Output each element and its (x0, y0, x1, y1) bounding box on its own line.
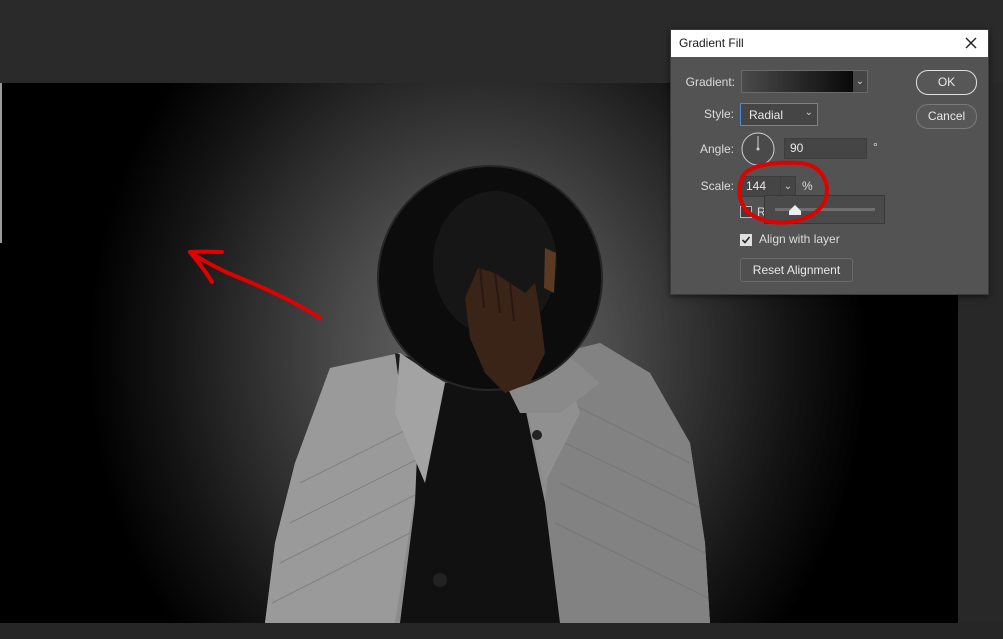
reset-alignment-button[interactable]: Reset Alignment (740, 258, 853, 282)
style-label: Style: (703, 107, 734, 121)
ok-button[interactable]: OK (916, 70, 977, 95)
cancel-button[interactable]: Cancel (916, 104, 977, 129)
scale-input[interactable]: 144 (740, 176, 782, 197)
angle-dial[interactable] (740, 131, 776, 167)
chevron-down-icon[interactable]: ⌄ (853, 71, 867, 92)
scale-slider-thumb[interactable] (789, 205, 801, 215)
workspace-bottom-area (0, 623, 1003, 639)
canvas-edge (0, 83, 2, 243)
chevron-down-icon: ⌄ (804, 107, 813, 118)
gradient-label: Gradient: (685, 75, 735, 89)
checkmark-icon (741, 236, 751, 244)
gradient-swatch[interactable] (741, 70, 868, 93)
close-icon[interactable] (962, 34, 980, 52)
dialog-title: Gradient Fill (679, 36, 744, 50)
scale-unit: % (802, 179, 813, 193)
angle-input[interactable]: 90 (784, 138, 867, 159)
style-select[interactable]: Radial ⌄ (740, 103, 818, 126)
align-label: Align with layer (759, 232, 840, 246)
reverse-checkbox[interactable] (740, 206, 752, 218)
scale-label: Scale: (700, 179, 734, 193)
angle-label: Angle: (699, 142, 734, 156)
chevron-down-icon[interactable]: ⌄ (780, 176, 796, 197)
align-checkbox[interactable] (740, 234, 752, 246)
angle-unit: ° (873, 140, 878, 154)
scale-slider-popup (764, 195, 885, 224)
dialog-title-bar[interactable]: Gradient Fill (671, 30, 988, 57)
gradient-fill-dialog: Gradient Fill Gradient: ⌄ Style: Radial … (670, 29, 989, 295)
style-value: Radial (749, 108, 784, 122)
